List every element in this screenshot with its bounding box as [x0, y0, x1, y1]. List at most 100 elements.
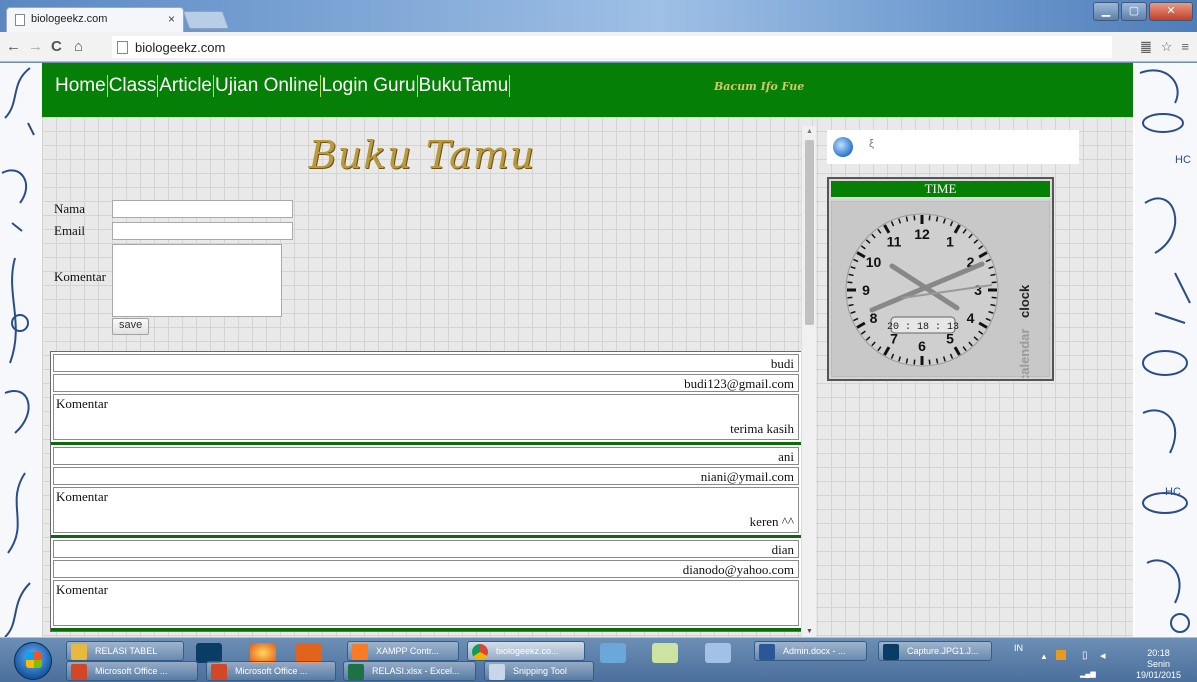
photoshop-icon[interactable]: [196, 643, 222, 663]
clock-tick: [928, 215, 931, 221]
doodle-background-left: [0, 63, 42, 637]
back-icon[interactable]: ←: [6, 38, 21, 55]
doodle-pattern-icon: HC HC: [1139, 69, 1191, 633]
main-nav: Home Class Article Ujian Online Login Gu…: [54, 75, 511, 97]
window-controls: ▁ ▢ ✕: [1093, 2, 1193, 21]
tray-arrow-icon[interactable]: ▲: [1040, 652, 1048, 661]
main-content: Buku Tamu Nama Email Komentar save budi …: [42, 117, 817, 637]
system-tray: IN ▲ ▯ ◂ ▂▄▆ 20:18 Senin 19/01/2015: [996, 640, 1197, 682]
nav-article[interactable]: Article: [158, 75, 214, 97]
scroll-up-icon[interactable]: ▲: [806, 128, 813, 135]
volume-icon[interactable]: ◂: [1100, 649, 1106, 662]
nav-class[interactable]: Class: [108, 75, 159, 97]
clock-tick: [847, 296, 853, 299]
nav-home[interactable]: Home: [54, 75, 108, 97]
scroll-down-icon[interactable]: ▼: [806, 628, 813, 635]
translate-icon[interactable]: ䷀: [1140, 39, 1152, 55]
new-tab-button[interactable]: [182, 11, 230, 29]
globe-icon[interactable]: [833, 137, 853, 157]
entry-comment-label: Komentar: [56, 396, 108, 411]
taskbar-word[interactable]: Admin.docx - ...: [754, 641, 867, 661]
taskbar-label: RELASI TABEL: [95, 646, 158, 656]
entry-email: niani@ymail.com: [53, 467, 799, 485]
browser-tab[interactable]: biologeekz.com ×: [6, 7, 184, 32]
forward-icon[interactable]: →: [28, 38, 43, 55]
nav-login-guru[interactable]: Login Guru: [321, 75, 418, 97]
save-button[interactable]: save: [112, 318, 150, 335]
entry-comment: Komentar keren ^^: [53, 487, 799, 533]
network-icon[interactable]: ▯: [1082, 650, 1088, 661]
taskbar-label: Capture.JPG1.J...: [907, 646, 979, 656]
clock-tray[interactable]: 20:18 Senin 19/01/2015: [1136, 648, 1181, 681]
page-title: Buku Tamu: [308, 133, 536, 177]
guestbook-entries: budi budi123@gmail.com Komentar terima k…: [50, 351, 802, 632]
star-icon[interactable]: ☆: [1161, 39, 1173, 55]
clock-tick: [848, 273, 854, 277]
url-text: biologeekz.com: [135, 40, 226, 55]
entry-name: budi: [53, 354, 799, 372]
scissors-icon: [489, 664, 505, 680]
start-button[interactable]: [14, 642, 52, 680]
email-label: Email: [54, 223, 86, 238]
address-bar[interactable]: biologeekz.com: [112, 36, 1112, 58]
close-window-button[interactable]: ✕: [1149, 2, 1193, 21]
page-icon: [117, 41, 128, 54]
home-icon[interactable]: ⌂: [74, 38, 83, 55]
taskbar-label: Microsoft Office ...: [235, 666, 308, 676]
taskbar-office-2[interactable]: Microsoft Office ...: [206, 661, 336, 681]
nav-bukutamu[interactable]: BukuTamu: [418, 75, 511, 97]
taskbar-label: Admin.docx - ...: [783, 646, 846, 656]
taskbar-xampp[interactable]: XAMPP Contr...: [347, 641, 459, 661]
clock-tick: [913, 215, 916, 221]
firefox-icon[interactable]: [250, 643, 276, 663]
browser-toolbar: ← → C ⌂ biologeekz.com ䷀ ☆ ≡: [0, 32, 1197, 62]
reload-icon[interactable]: C: [51, 38, 62, 55]
tray-date: 19/01/2015: [1136, 670, 1182, 680]
folder-icon: [71, 644, 87, 660]
toolbar-actions: ䷀ ☆ ≡: [1140, 39, 1189, 55]
clock-hour-number: 1: [946, 234, 954, 250]
taskbar-excel[interactable]: RELASI.xlsx - Excel...: [343, 661, 476, 681]
taskbar-folder-relasi[interactable]: RELASI TABEL: [66, 641, 184, 661]
taskbar-office-1[interactable]: Microsoft Office ...: [66, 661, 198, 681]
minimize-button[interactable]: ▁: [1093, 2, 1119, 21]
guestbook-entry: ani niani@ymail.com Komentar keren ^^: [51, 447, 801, 538]
network-app-icon[interactable]: [705, 643, 731, 663]
svg-text:HC: HC: [1165, 486, 1181, 498]
scroll-thumb[interactable]: [805, 140, 814, 325]
menu-icon[interactable]: ≡: [1181, 39, 1189, 55]
komentar-textarea[interactable]: [112, 244, 282, 317]
photoshop-icon: [883, 644, 899, 660]
clock-hour-number: 12: [914, 226, 930, 242]
clock-tick: [991, 296, 997, 299]
clock-hour-number: 4: [967, 310, 975, 326]
taskbar-chrome[interactable]: biologeekz.co...: [467, 641, 585, 661]
clock-tick: [935, 358, 939, 364]
tray-time: 20:18: [1147, 648, 1170, 658]
chart-app-icon[interactable]: [652, 643, 678, 663]
media-player-icon[interactable]: [296, 643, 322, 663]
entry-comment: Komentar: [53, 580, 799, 626]
clock-tick: [990, 303, 996, 307]
maximize-button[interactable]: ▢: [1121, 2, 1147, 21]
taskbar-snipping[interactable]: Snipping Tool: [484, 661, 594, 681]
taskbar-label: RELASI.xlsx - Excel...: [372, 666, 460, 676]
entry-comment-label: Komentar: [56, 582, 108, 597]
nav-ujian-online[interactable]: Ujian Online: [214, 75, 321, 97]
clock-tick: [905, 358, 909, 364]
nama-input[interactable]: [112, 200, 293, 218]
tray-app-icon[interactable]: [1056, 650, 1066, 660]
clock-hour-number: 6: [918, 338, 926, 354]
email-input[interactable]: [112, 222, 293, 240]
clock-widget: TIME 12 1 2 3 4 5 6 7 8 9 10 11 20 : 18 : 13 clock …: [827, 177, 1054, 382]
taskbar-label: Microsoft Office ...: [95, 666, 168, 676]
taskbar-label: Snipping Tool: [513, 666, 567, 676]
app-icon[interactable]: [600, 643, 626, 663]
signal-icon[interactable]: ▂▄▆: [1080, 670, 1096, 678]
taskbar-capture[interactable]: Capture.JPG1.J...: [878, 641, 992, 661]
tab-close-icon[interactable]: ×: [168, 12, 175, 26]
content-scrollbar[interactable]: ▲ ▼: [801, 126, 816, 637]
language-indicator[interactable]: IN: [1014, 643, 1023, 653]
clock-hour-number: 8: [870, 310, 878, 326]
entry-comment: Komentar terima kasih: [53, 394, 799, 440]
